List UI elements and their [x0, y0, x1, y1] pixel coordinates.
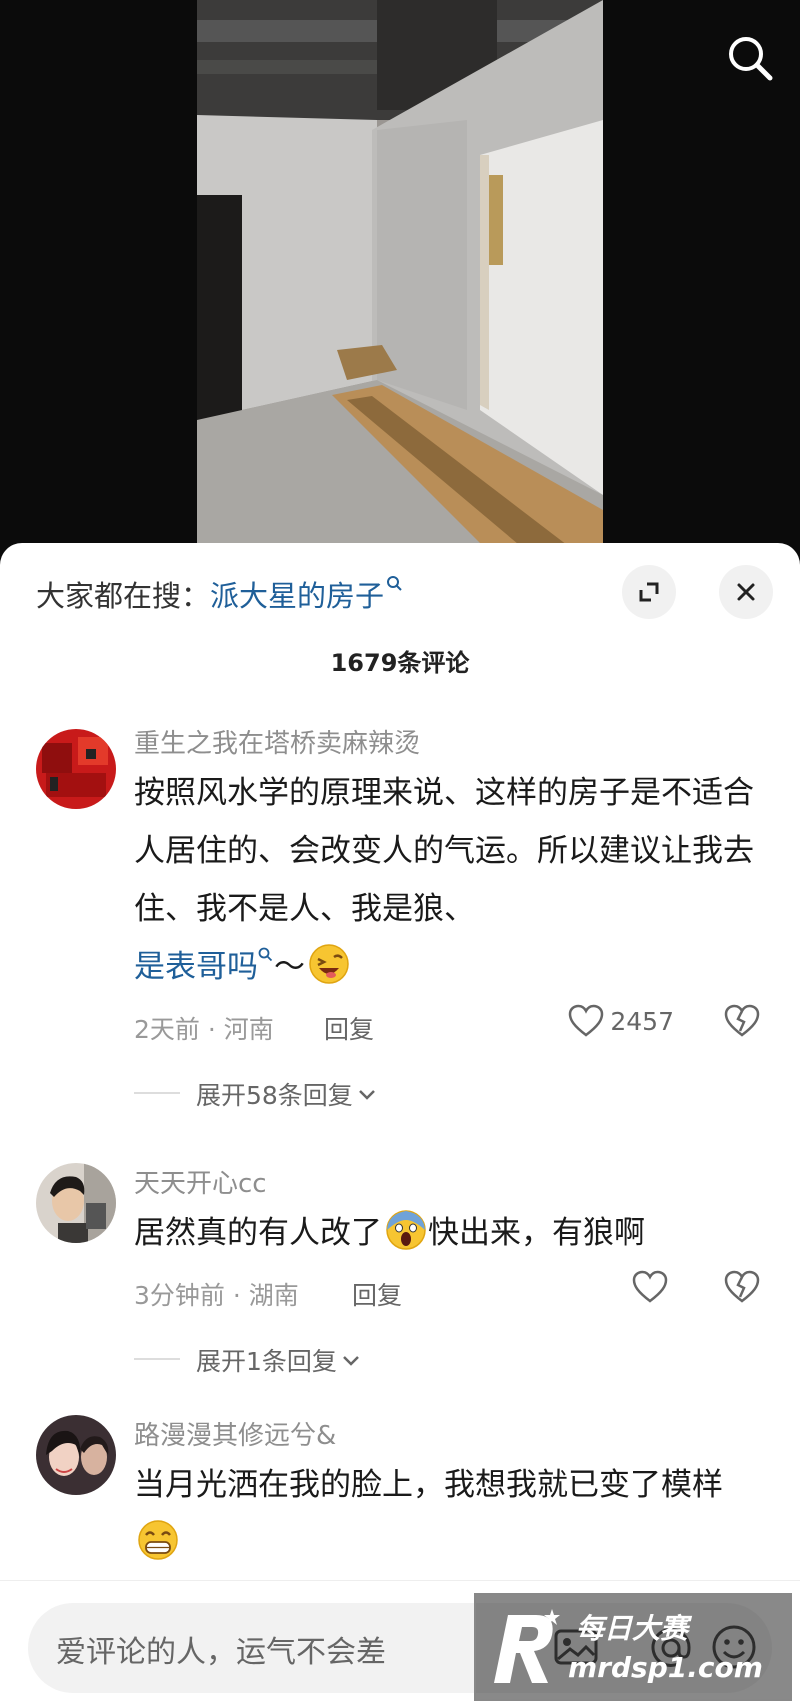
search-icon	[729, 37, 773, 81]
like-button[interactable]	[632, 1270, 674, 1304]
comment-time-location: 2天前 · 河南	[134, 1015, 274, 1044]
trending-keyword[interactable]: 派大星的房子	[210, 579, 384, 613]
comment-text: 居然真的有人改了 快出来，有狼啊	[134, 1204, 760, 1262]
watermark-logo	[494, 1609, 560, 1683]
comment-input-placeholder: 爱评论的人，运气不会差	[56, 1635, 386, 1670]
scream-emoji	[386, 1210, 426, 1250]
divider-line	[134, 1092, 180, 1094]
comment-text-main: 当月光洒在我的脸上，我想我就已变了模样	[134, 1467, 723, 1503]
comment-meta: 2天前 · 河南 回复 2457	[134, 1002, 760, 1052]
expand-replies[interactable]: 展开58条回复	[134, 1074, 760, 1114]
avatar[interactable]	[36, 1415, 116, 1495]
broken-heart-icon	[724, 1270, 760, 1303]
heart-icon	[632, 1270, 668, 1303]
avatar[interactable]	[36, 1163, 116, 1243]
like-button[interactable]: 2457	[568, 1004, 674, 1038]
expand-replies-label: 展开58条回复	[196, 1081, 353, 1110]
comment-text-after: 快出来，有狼啊	[428, 1215, 645, 1251]
watermark: 每日大赛 mrdsp1.com	[474, 1593, 792, 1701]
expand-icon	[639, 582, 659, 602]
close-icon	[737, 583, 755, 601]
video-frame[interactable]	[197, 0, 603, 560]
grin-emoji	[138, 1520, 178, 1560]
sheet-header: 大家都在搜：派大星的房子 1679条评论	[0, 543, 800, 693]
divider-line	[134, 1358, 180, 1360]
trending-search[interactable]: 大家都在搜：派大星的房子	[36, 573, 404, 615]
expand-sheet-button[interactable]	[622, 565, 676, 619]
comment-text-main: 按照风水学的原理来说、这样的房子是不适合人居住的、会改变人的气运。所以建议让我去…	[134, 775, 754, 927]
avatar[interactable]	[36, 729, 116, 809]
topic-link[interactable]: 是表哥吗	[134, 949, 258, 985]
reply-button[interactable]: 回复	[324, 1010, 374, 1046]
close-sheet-button[interactable]	[719, 565, 773, 619]
comment-meta: 3分钟前 · 湖南 回复	[134, 1268, 760, 1318]
comment-time-location: 3分钟前 · 湖南	[134, 1281, 299, 1310]
dislike-button[interactable]	[724, 1004, 760, 1044]
chevron-down-icon	[358, 1090, 375, 1100]
like-count: 2457	[610, 1006, 674, 1036]
comment-text: 按照风水学的原理来说、这样的房子是不适合人居住的、会改变人的气运。所以建议让我去…	[134, 764, 760, 996]
trending-prefix: 大家都在搜：	[36, 579, 211, 613]
broken-heart-icon	[724, 1004, 760, 1037]
dislike-button[interactable]	[724, 1270, 760, 1310]
username[interactable]: 重生之我在塔桥卖麻辣烫	[134, 723, 760, 760]
comment-text-main: 居然真的有人改了	[134, 1215, 382, 1251]
video-player[interactable]	[0, 0, 800, 560]
search-button[interactable]	[722, 30, 778, 86]
watermark-text: 每日大赛	[576, 1612, 689, 1645]
comment-text-suffix: ～	[274, 949, 305, 985]
expand-replies[interactable]: 展开1条回复	[134, 1340, 760, 1380]
chevron-down-icon	[343, 1356, 359, 1366]
comment-sheet: 大家都在搜：派大星的房子 1679条评论 重生之我在塔桥卖麻辣烫 按照风水学的原…	[0, 543, 800, 1707]
comment-count: 1679条评论	[330, 649, 470, 677]
video-still-image	[197, 0, 603, 560]
reply-button[interactable]: 回复	[352, 1276, 402, 1312]
small-search-icon	[387, 576, 402, 591]
comment-text: 当月光洒在我的脸上，我想我就已变了模样	[134, 1456, 760, 1572]
small-search-icon	[258, 947, 273, 962]
username[interactable]: 路漫漫其修远兮&	[134, 1415, 760, 1452]
username[interactable]: 天天开心cc	[134, 1163, 760, 1200]
grinning-squint-emoji	[309, 944, 349, 984]
heart-icon	[569, 1004, 604, 1037]
expand-replies-label: 展开1条回复	[196, 1347, 337, 1376]
watermark-url: mrdsp1.com	[568, 1651, 763, 1684]
